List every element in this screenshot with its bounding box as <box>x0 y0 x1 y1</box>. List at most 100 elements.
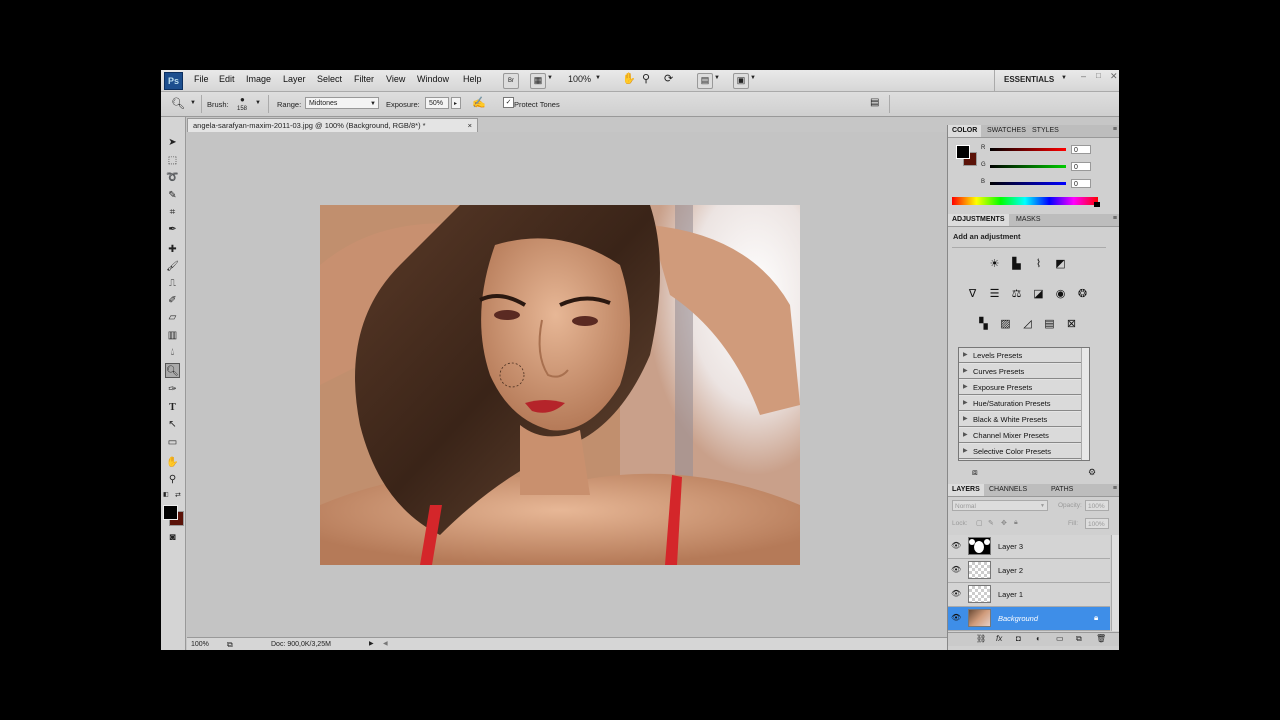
workspace-switcher[interactable]: ESSENTIALS <box>1004 75 1054 89</box>
tab-masks[interactable]: MASKS <box>1012 214 1045 226</box>
chevron-down-icon[interactable]: ▼ <box>255 100 261 106</box>
preset-exposure[interactable]: ▶ Exposure Presets <box>959 380 1087 395</box>
eye-icon[interactable]: 👁︎ <box>951 589 961 598</box>
levels-icon[interactable]: ▙ <box>1009 257 1024 272</box>
healing-brush-tool-icon[interactable]: ✚ <box>165 242 180 257</box>
close-icon[interactable]: × <box>468 119 472 133</box>
brush-tool-icon[interactable]: 🖌︎ <box>165 259 180 274</box>
quick-selection-tool-icon[interactable]: ✎ <box>165 188 180 203</box>
invert-icon[interactable]: ▚ <box>976 317 991 332</box>
layer-row-layer-1[interactable]: 👁︎ Layer 1 <box>948 583 1110 607</box>
lock-image-icon[interactable]: ✎ <box>988 519 994 527</box>
black-white-icon[interactable]: ◪ <box>1031 287 1046 302</box>
photo-canvas[interactable] <box>320 205 800 565</box>
fx-icon[interactable]: fx <box>996 634 1002 643</box>
bridge-button[interactable]: Br <box>503 73 519 89</box>
panel-menu-icon[interactable]: ≡ <box>1113 485 1117 492</box>
lock-all-icon[interactable]: 🔒︎ <box>1014 519 1018 527</box>
channel-r-slider[interactable] <box>990 148 1066 151</box>
chevron-down-icon[interactable]: ▼ <box>595 75 601 89</box>
panel-menu-icon[interactable]: ≡ <box>1113 215 1117 222</box>
shape-tool-icon[interactable]: ▭ <box>165 435 180 450</box>
delete-layer-icon[interactable]: 🗑︎ <box>1096 634 1106 643</box>
lasso-tool-icon[interactable]: ➰ <box>165 170 180 185</box>
move-tool-icon[interactable]: ➤ <box>165 135 180 150</box>
eye-icon[interactable]: 👁︎ <box>951 613 961 622</box>
preset-selective-color[interactable]: ▶ Selective Color Presets <box>959 444 1087 459</box>
tab-swatches[interactable]: SWATCHES <box>983 125 1030 137</box>
document-tab[interactable]: angela-sarafyan-maxim-2011-03.jpg @ 100%… <box>187 118 478 132</box>
brightness-contrast-icon[interactable]: ☀ <box>987 257 1002 272</box>
menu-help[interactable]: Help <box>463 74 482 84</box>
color-spectrum-ramp[interactable] <box>952 197 1098 205</box>
eyedropper-tool-icon[interactable]: ✒ <box>165 222 180 237</box>
default-colors-icon[interactable]: ◧ <box>163 491 169 498</box>
curves-icon[interactable]: ⌇ <box>1031 257 1046 272</box>
pen-tool-icon[interactable]: ✑ <box>165 382 180 397</box>
exposure-icon[interactable]: ◩ <box>1053 257 1068 272</box>
posterize-icon[interactable]: ▨ <box>998 317 1013 332</box>
zoom-level[interactable]: 100% <box>568 74 591 88</box>
hand-icon[interactable]: ✋ <box>622 72 636 86</box>
panel-toggle-icon[interactable]: ▤ <box>870 97 879 108</box>
blur-tool-icon[interactable]: 💧︎ <box>165 345 180 360</box>
status-arrow-icon[interactable]: ▶ <box>369 638 374 650</box>
channel-b-value[interactable]: 0 <box>1071 179 1091 188</box>
menu-file[interactable]: File <box>194 74 209 84</box>
eraser-tool-icon[interactable]: ▱ <box>165 310 180 325</box>
dodge-tool-icon[interactable]: 🔍︎ <box>171 97 185 110</box>
channel-g-slider[interactable] <box>990 165 1066 168</box>
type-tool-icon[interactable]: T <box>165 400 180 415</box>
fill-field[interactable]: 100% <box>1085 518 1109 529</box>
eye-icon[interactable]: 👁︎ <box>951 541 961 550</box>
link-layers-icon[interactable]: ⛓ <box>976 634 986 643</box>
new-adjustment-layer-icon[interactable]: ◐ <box>1036 634 1041 643</box>
menu-image[interactable]: Image <box>246 74 271 84</box>
clip-icon[interactable]: ⚙ <box>1088 467 1096 478</box>
airbrush-icon[interactable]: ✍ <box>472 96 486 109</box>
chevron-down-icon[interactable]: ▼ <box>714 75 720 89</box>
blend-mode-select[interactable]: Normal ▼ <box>952 500 1048 511</box>
arrange-documents-button[interactable]: ▤ <box>697 73 713 89</box>
gradient-tool-icon[interactable]: ▥ <box>165 328 180 343</box>
preset-black-white[interactable]: ▶ Black & White Presets <box>959 412 1087 427</box>
layer-row-layer-3[interactable]: 👁︎ Layer 3 <box>948 535 1110 559</box>
new-layer-icon[interactable]: ⧉ <box>1076 634 1082 644</box>
clone-stamp-tool-icon[interactable]: ⎍ <box>165 276 180 291</box>
opacity-field[interactable]: 100% <box>1085 500 1109 511</box>
preset-curves[interactable]: ▶ Curves Presets <box>959 364 1087 379</box>
maximize-icon[interactable]: □ <box>1096 71 1101 85</box>
hue-saturation-icon[interactable]: ☰ <box>987 287 1002 302</box>
presets-scrollbar[interactable] <box>1081 348 1089 460</box>
tab-styles[interactable]: STYLES <box>1028 125 1063 137</box>
gradient-map-icon[interactable]: ▤ <box>1042 317 1057 332</box>
threshold-icon[interactable]: ◿ <box>1020 317 1035 332</box>
layers-scrollbar[interactable] <box>1111 535 1119 631</box>
crop-tool-icon[interactable]: ⌗ <box>165 205 180 220</box>
protect-tones-checkbox[interactable]: ✓ <box>503 97 514 108</box>
screen-mode-button[interactable]: ▣ <box>733 73 749 89</box>
channel-b-slider[interactable] <box>990 182 1066 185</box>
quick-mask-icon[interactable]: ◙ <box>165 530 180 545</box>
black-swatch[interactable] <box>1094 202 1100 207</box>
menu-view[interactable]: View <box>386 74 405 84</box>
channel-mixer-icon[interactable]: ❂ <box>1075 287 1090 302</box>
menu-select[interactable]: Select <box>317 74 342 84</box>
close-icon[interactable]: ✕ <box>1110 71 1118 85</box>
tab-channels[interactable]: CHANNELS <box>985 484 1031 496</box>
menu-edit[interactable]: Edit <box>219 74 235 84</box>
channel-r-value[interactable]: 0 <box>1071 145 1091 154</box>
marquee-tool-icon[interactable]: ⬚ <box>165 153 180 168</box>
history-brush-tool-icon[interactable]: ✐ <box>165 293 180 308</box>
preset-hue-saturation[interactable]: ▶ Hue/Saturation Presets <box>959 396 1087 411</box>
tab-color[interactable]: COLOR <box>948 125 982 137</box>
dodge-tool-icon[interactable]: 🔍︎ <box>165 363 180 378</box>
tab-adjustments[interactable]: ADJUSTMENTS <box>948 214 1009 226</box>
swap-colors-icon[interactable]: ⇄ <box>175 491 181 499</box>
channel-g-value[interactable]: 0 <box>1071 162 1091 171</box>
scroll-left-icon[interactable]: ◀ <box>383 638 388 650</box>
zoom-tool-icon[interactable]: ⚲ <box>165 472 180 487</box>
foreground-color-swatch[interactable] <box>163 505 178 520</box>
minimize-icon[interactable]: – <box>1081 71 1086 85</box>
chevron-down-icon[interactable]: ▼ <box>750 75 756 89</box>
